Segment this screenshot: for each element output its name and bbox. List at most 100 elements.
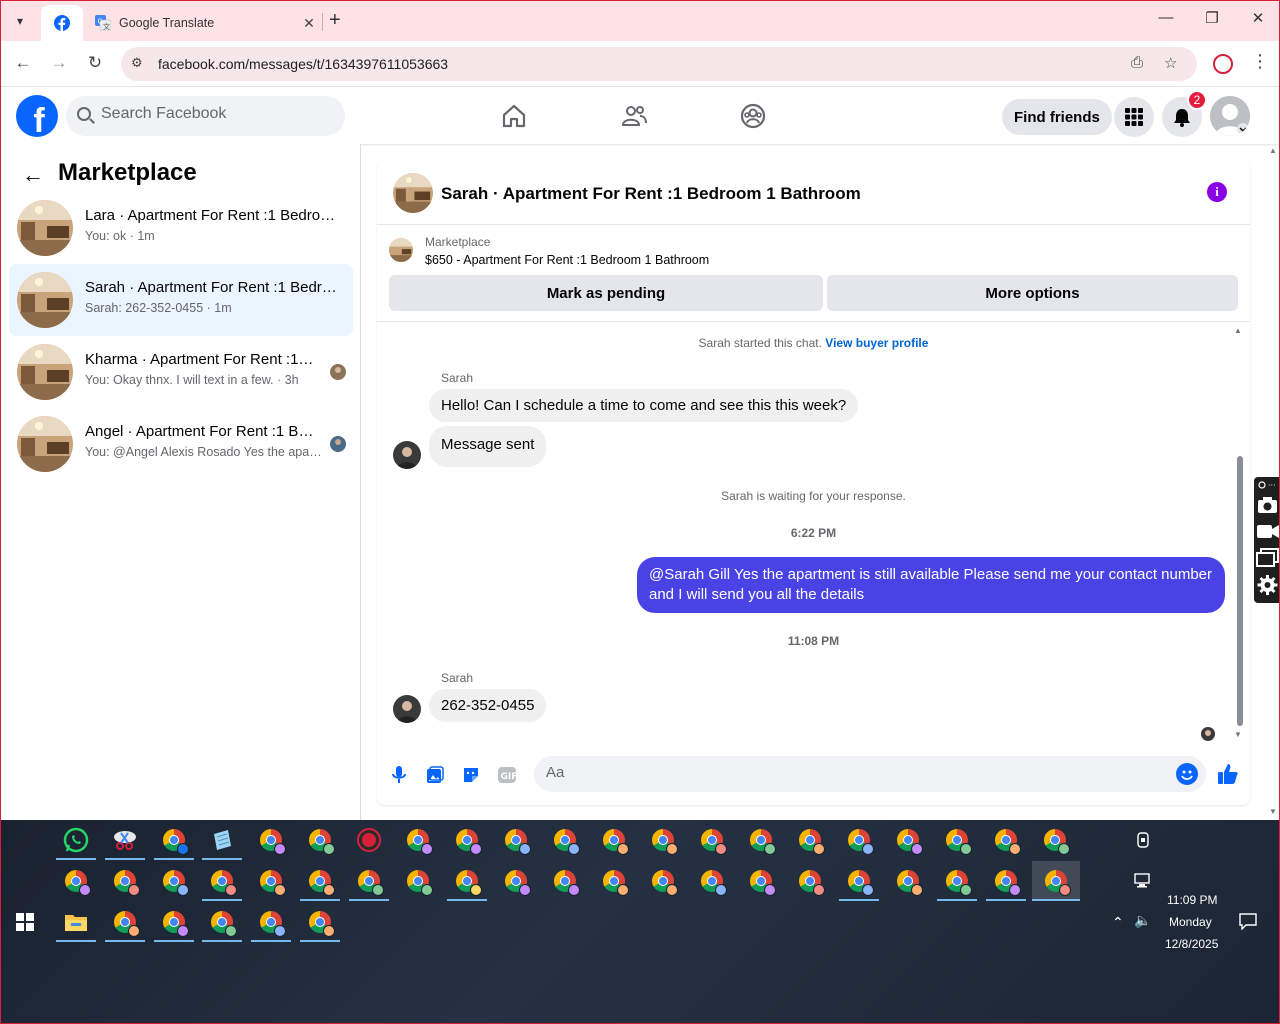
emoji-icon[interactable]: [1176, 763, 1198, 785]
conversation-item-kharma[interactable]: Kharma · Apartment For Rent :1 Bedroom 1…: [9, 336, 353, 408]
microphone-icon[interactable]: [388, 764, 410, 786]
message-bubble-outgoing[interactable]: @Sarah Gill Yes the apartment is still a…: [637, 557, 1225, 613]
taskbar-whatsapp[interactable]: [56, 820, 96, 860]
taskbar-notepad[interactable]: [202, 820, 242, 860]
back-arrow-icon[interactable]: ←: [22, 162, 44, 188]
mark-as-pending-button[interactable]: Mark as pending: [389, 275, 823, 311]
message-bubble-incoming[interactable]: 262-352-0455: [429, 689, 547, 722]
minimize-button[interactable]: —: [1151, 9, 1181, 26]
facebook-logo-icon[interactable]: f: [16, 95, 58, 137]
window-capture-icon[interactable]: [1256, 548, 1279, 567]
conversation-item-lara[interactable]: Lara · Apartment For Rent :1 Bedroom 1 B…: [9, 192, 353, 264]
taskbar-chrome-profile[interactable]: [300, 820, 340, 860]
taskbar-chrome-profile[interactable]: [154, 902, 194, 942]
install-app-icon[interactable]: ⎙: [1131, 54, 1143, 71]
scroll-up-arrow[interactable]: ▲: [1234, 326, 1242, 335]
taskbar-chrome-profile[interactable]: [692, 820, 732, 860]
restore-button[interactable]: ❐: [1197, 9, 1227, 27]
taskbar-chrome-profile[interactable]: [790, 861, 830, 901]
taskbar-chrome-profile[interactable]: [741, 861, 781, 901]
taskbar-chrome-profile[interactable]: [398, 861, 438, 901]
volume-icon[interactable]: 🔈: [1134, 912, 1151, 929]
notifications-center-icon[interactable]: [1239, 913, 1257, 930]
taskbar-chrome-profile[interactable]: [496, 820, 536, 860]
close-tab-icon[interactable]: ✕: [299, 15, 319, 32]
view-buyer-profile-link[interactable]: View buyer profile: [825, 336, 928, 350]
show-hidden-icons-icon[interactable]: ⌃: [1112, 914, 1124, 931]
friends-icon[interactable]: [620, 102, 648, 130]
search-box[interactable]: [66, 96, 345, 136]
taskbar-recorder[interactable]: [349, 820, 389, 860]
taskbar-chrome-profile[interactable]: [105, 902, 145, 942]
tab-search-button[interactable]: ▾: [7, 9, 33, 33]
sticker-icon[interactable]: [460, 764, 482, 786]
browser-menu-icon[interactable]: ⋮: [1251, 51, 1269, 72]
taskbar-chrome-active[interactable]: [1032, 861, 1080, 901]
forward-button[interactable]: →: [47, 53, 71, 73]
clock-date[interactable]: 12/8/2025: [1165, 937, 1218, 951]
taskbar-chrome-profile[interactable]: [937, 861, 977, 901]
taskbar-chrome-profile[interactable]: [105, 861, 145, 901]
taskbar-chrome-profile[interactable]: [202, 902, 242, 942]
scroll-down-arrow[interactable]: ▼: [1234, 730, 1242, 739]
listing-price-title[interactable]: $650 - Apartment For Rent :1 Bedroom 1 B…: [425, 253, 709, 267]
info-icon[interactable]: i: [1207, 182, 1227, 202]
listing-thumbnail[interactable]: [393, 173, 433, 213]
settings-gear-icon[interactable]: [1257, 575, 1278, 595]
taskbar-chrome-profile[interactable]: [251, 820, 291, 860]
profile-icon[interactable]: [1213, 54, 1233, 74]
taskbar-chrome-profile[interactable]: [1035, 820, 1075, 860]
taskbar-chrome-profile[interactable]: [349, 861, 389, 901]
conversation-item-angel[interactable]: Angel · Apartment For Rent :1 Bedroom 1 …: [9, 408, 353, 480]
clock-day[interactable]: Monday: [1169, 915, 1212, 929]
more-options-button[interactable]: More options: [827, 275, 1238, 311]
video-camera-icon[interactable]: [1257, 525, 1279, 538]
taskbar-chrome-profile[interactable]: [790, 820, 830, 860]
chat-title[interactable]: Sarah · Apartment For Rent :1 Bedroom 1 …: [441, 184, 861, 204]
taskbar-chrome-profile[interactable]: [202, 861, 242, 901]
thumbs-up-icon[interactable]: [1216, 762, 1240, 786]
taskbar-chrome-profile[interactable]: [937, 820, 977, 860]
bookmark-star-icon[interactable]: ☆: [1164, 54, 1177, 72]
taskbar-snipping[interactable]: [105, 820, 145, 860]
network-icon[interactable]: [1134, 873, 1152, 889]
omnibox[interactable]: ⚙ facebook.com/messages/t/16343976110536…: [121, 47, 1197, 81]
taskbar-chrome-profile[interactable]: [839, 861, 879, 901]
sarah-avatar[interactable]: [393, 441, 421, 469]
search-input[interactable]: [101, 105, 331, 123]
taskbar-chrome-profile[interactable]: [986, 820, 1026, 860]
back-button[interactable]: ←: [11, 53, 35, 73]
taskbar-chrome-profile[interactable]: [300, 902, 340, 942]
meet-now-icon[interactable]: [1136, 832, 1150, 848]
taskbar-chrome-profile[interactable]: [300, 861, 340, 901]
gif-icon[interactable]: GIF: [496, 764, 518, 786]
camera-icon[interactable]: [1258, 497, 1277, 513]
taskbar-chrome-profile[interactable]: [741, 820, 781, 860]
close-window-button[interactable]: ✕: [1243, 9, 1273, 27]
taskbar-chrome-profile[interactable]: [888, 820, 928, 860]
capture-pin-icon[interactable]: ···: [1258, 481, 1276, 490]
taskbar-chrome-profile[interactable]: [398, 820, 438, 860]
photo-icon[interactable]: [424, 764, 446, 786]
taskbar-chrome-profile[interactable]: [839, 820, 879, 860]
taskbar-chrome-profile[interactable]: [594, 820, 634, 860]
taskbar-chrome-profile[interactable]: [594, 861, 634, 901]
sarah-avatar[interactable]: [393, 695, 421, 723]
conversation-item-sarah[interactable]: Sarah · Apartment For Rent :1 Bedroom 1 …: [9, 264, 353, 336]
clock-time[interactable]: 11:09 PM: [1167, 893, 1217, 907]
taskbar-chrome-profile[interactable]: [496, 861, 536, 901]
taskbar-chrome-profile[interactable]: [251, 902, 291, 942]
taskbar-chrome-profile[interactable]: [447, 820, 487, 860]
menu-grid-button[interactable]: [1114, 97, 1154, 137]
account-avatar[interactable]: [1210, 96, 1250, 136]
url-text[interactable]: facebook.com/messages/t/1634397611053663: [158, 56, 448, 72]
chat-scrollbar[interactable]: [1237, 456, 1243, 726]
taskbar-chrome-profile[interactable]: [154, 861, 194, 901]
message-input[interactable]: [546, 764, 1146, 781]
home-icon[interactable]: [500, 102, 528, 130]
reload-button[interactable]: ↻: [83, 53, 107, 73]
taskbar-chrome-profile[interactable]: [56, 861, 96, 901]
taskbar-chrome-profile[interactable]: [643, 861, 683, 901]
taskbar-chrome-profile[interactable]: [643, 820, 683, 860]
taskbar-chrome-profile[interactable]: [888, 861, 928, 901]
